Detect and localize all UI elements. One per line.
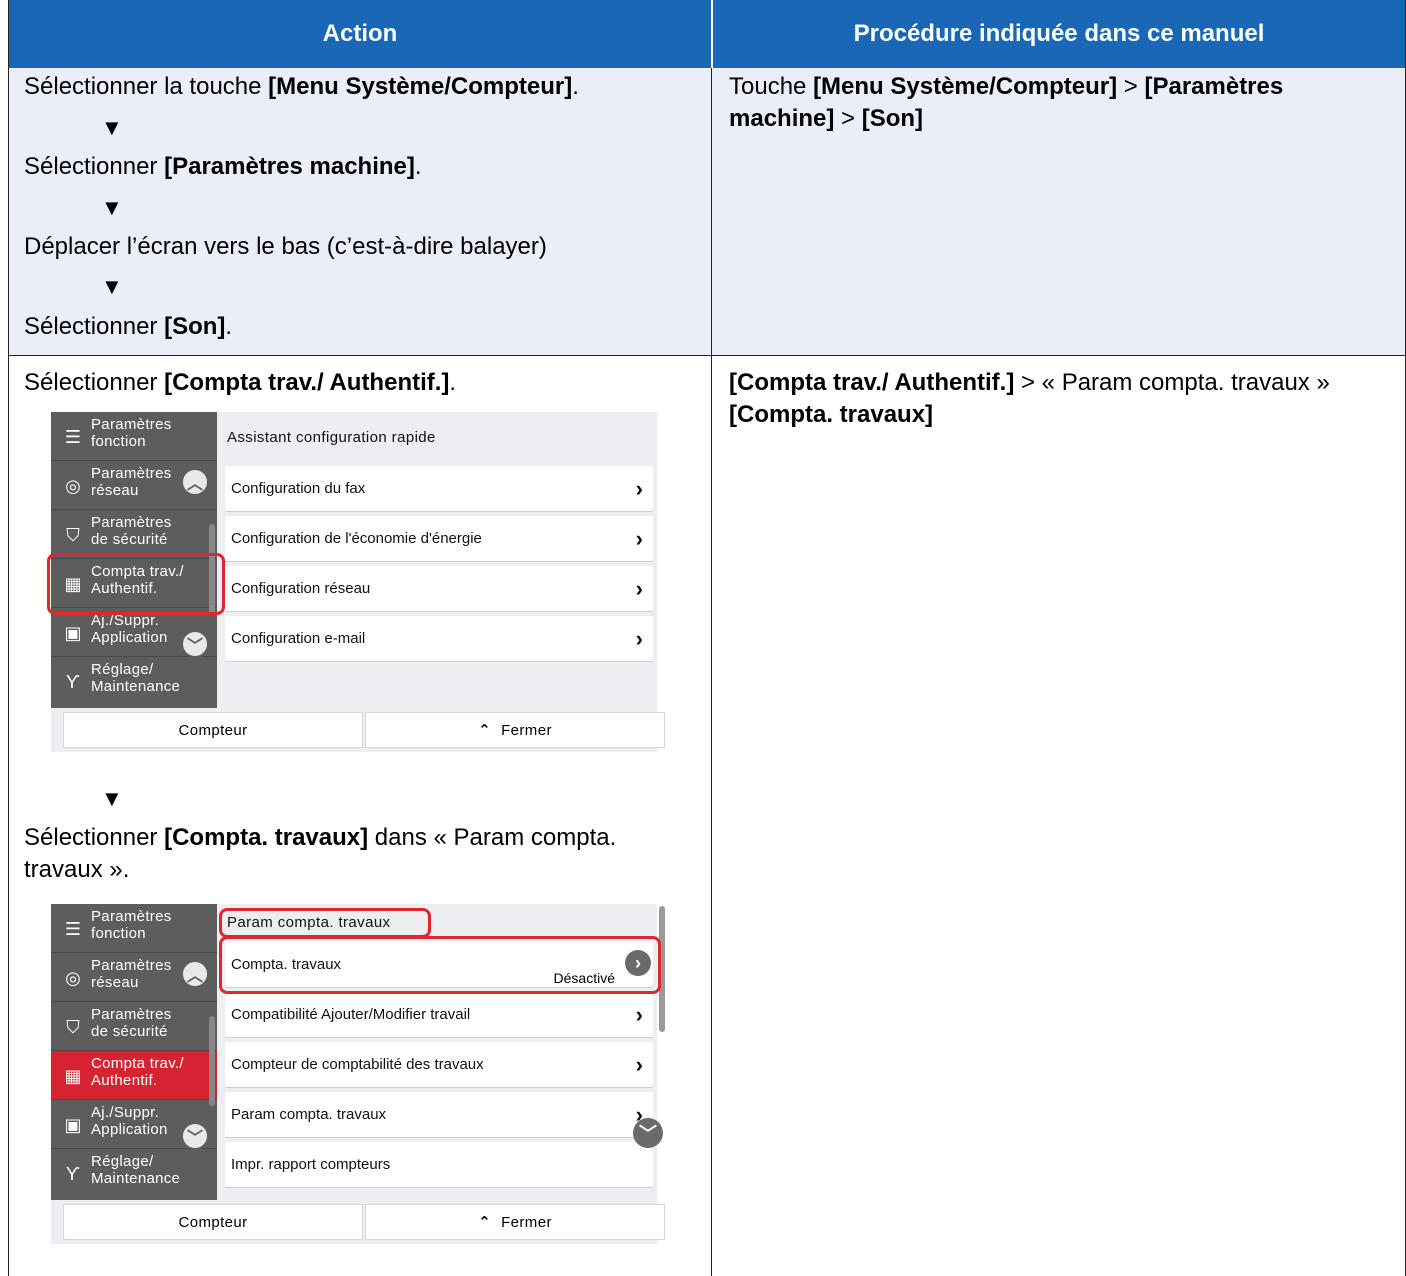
chevron-right-icon: › (635, 476, 643, 501)
sidebar-item-security-settings[interactable]: ⛉ Paramètres de sécurité (51, 510, 217, 559)
row1-step4: Sélectionner [Son]. (24, 313, 233, 340)
double-chevron-up-icon: ⌃ (478, 722, 492, 739)
list-item[interactable]: Configuration de l'économie d'énergie › (225, 516, 653, 561)
screen-system-menu: ☰ Paramètres fonction ◎ Paramètres résea… (47, 412, 665, 752)
chevron-right-icon: › (635, 626, 643, 651)
app-icon: ▣ (64, 1114, 82, 1135)
scroll-down-button[interactable]: ﹀ (181, 630, 209, 658)
header-procedure-label: Procédure indiquée dans ce manuel (853, 20, 1265, 47)
scroll-up-button[interactable]: ︿ (181, 468, 209, 496)
sidebar-item-maintenance[interactable]: Ƴ Réglage/ Maintenance (51, 657, 217, 706)
down-arrow-icon: ▼ (101, 195, 123, 220)
header-action: Action (9, 0, 711, 68)
row1-procedure-line2: machine] > [Son] (729, 105, 924, 132)
shield-icon: ⛉ (66, 1016, 80, 1037)
row1-step3: Déplacer l’écran vers le bas (c’est-à-di… (24, 233, 547, 260)
chevron-right-icon: › (635, 526, 643, 551)
row1-step1: Sélectionner la touche [Menu Système/Com… (24, 73, 579, 100)
row2-step2-line2: travaux ». (24, 856, 130, 883)
globe-icon: ◎ (65, 475, 81, 496)
list-item[interactable]: Configuration réseau › (225, 566, 653, 611)
sidebar-item-security-settings[interactable]: ⛉ Paramètres de sécurité (51, 1002, 217, 1051)
sidebar-item-function-settings[interactable]: ☰ Paramètres fonction (51, 412, 217, 461)
counter-button[interactable]: Compteur (63, 712, 363, 748)
section-title: Assistant configuration rapide (227, 429, 436, 446)
highlight-job-accounting (47, 553, 225, 615)
row2-procedure-line1: [Compta trav./ Authentif.] > « Param com… (729, 369, 1330, 396)
list-item[interactable]: Configuration e-mail › (225, 616, 653, 661)
sidebar: ☰ Paramètres fonction ◎ Paramètres résea… (51, 904, 217, 1200)
row1-procedure-line1: Touche [Menu Système/Compteur] > [Paramè… (729, 73, 1284, 100)
scroll-up-button[interactable]: ︿ (181, 960, 209, 988)
header-action-label: Action (322, 20, 398, 47)
highlight-section-title (219, 908, 431, 938)
list-icon: ☰ (64, 426, 82, 447)
double-chevron-up-icon: ⌃ (478, 1214, 492, 1231)
highlight-job-accounting-item (219, 936, 661, 994)
scroll-down-button[interactable]: ﹀ (181, 1122, 209, 1150)
row2-step2: Sélectionner [Compta. travaux] dans « Pa… (24, 824, 617, 851)
sidebar-scrollbar[interactable] (209, 1016, 215, 1106)
list-item[interactable]: Compteur de comptabilité des travaux › (225, 1042, 653, 1087)
list-item[interactable]: Compatibilité Ajouter/Modifier travail › (225, 992, 653, 1037)
down-arrow-icon: ▼ (101, 786, 123, 811)
globe-icon: ◎ (65, 967, 81, 988)
counter-button[interactable]: Compteur (63, 1204, 363, 1240)
list-icon: ☰ (64, 918, 82, 939)
close-button[interactable]: ⌃ Fermer (365, 712, 665, 748)
row1-step2: Sélectionner [Paramètres machine]. (24, 153, 422, 180)
chevron-right-icon: › (635, 576, 643, 601)
chevron-right-icon: › (635, 1002, 643, 1027)
list-item[interactable]: Configuration du fax › (225, 466, 653, 511)
accounting-icon: ▦ (64, 1065, 82, 1086)
procedure-table: Action Procédure indiquée dans ce manuel… (8, 0, 1406, 1276)
sidebar-item-job-accounting[interactable]: ▦ Compta trav./ Authentif. (51, 1051, 217, 1100)
list-item[interactable]: Param compta. travaux › (225, 1092, 653, 1137)
down-arrow-icon: ▼ (101, 115, 123, 140)
sidebar-item-maintenance[interactable]: Ƴ Réglage/ Maintenance (51, 1149, 217, 1198)
app-icon: ▣ (64, 622, 82, 643)
tools-icon: Ƴ (66, 1163, 80, 1184)
screen-job-accounting: ☰ Paramètres fonction ◎ Paramètres résea… (51, 904, 665, 1244)
row2-step1: Sélectionner [Compta trav./ Authentif.]. (24, 369, 457, 396)
shield-icon: ⛉ (66, 524, 80, 545)
scroll-down-icon[interactable]: ﹀ (633, 1118, 663, 1148)
tools-icon: Ƴ (66, 671, 80, 692)
close-button[interactable]: ⌃ Fermer (365, 1204, 665, 1240)
row2-procedure-line2: [Compta. travaux] (729, 401, 934, 428)
header-procedure: Procédure indiquée dans ce manuel (713, 0, 1405, 68)
chevron-right-icon: › (635, 1052, 643, 1077)
sidebar-item-function-settings[interactable]: ☰ Paramètres fonction (51, 904, 217, 953)
down-arrow-icon: ▼ (101, 274, 123, 299)
list-item[interactable]: Impr. rapport compteurs (225, 1142, 653, 1187)
